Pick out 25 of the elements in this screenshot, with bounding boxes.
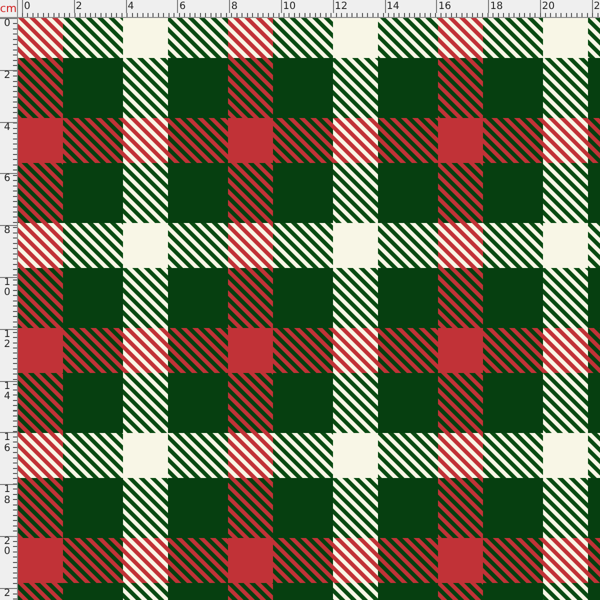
ruler-label: 2 xyxy=(4,588,10,600)
ruler-label: 8 xyxy=(4,226,10,237)
ruler-label: 14 xyxy=(4,382,10,403)
ruler-label: 4 xyxy=(126,0,178,13)
ruler-label: 16 xyxy=(4,433,10,454)
ruler-label: 4 xyxy=(4,122,10,134)
ruler-label: 12 xyxy=(4,330,10,351)
ruler-label: 2 xyxy=(592,0,600,13)
ruler-label: 20 xyxy=(4,536,10,558)
ruler-label: 10 xyxy=(280,0,333,13)
ruler-label: 16 xyxy=(436,0,488,13)
ruler-label: 12 xyxy=(332,0,385,13)
ruler-label: 18 xyxy=(4,485,10,506)
ruler-label: 20 xyxy=(540,0,592,13)
ruler-label: 14 xyxy=(384,0,436,13)
ruler-label: 0 xyxy=(22,0,74,13)
ruler-label: 6 xyxy=(4,174,10,185)
ruler-label: 8 xyxy=(229,0,281,13)
ruler-label: 18 xyxy=(488,0,540,13)
unit-label: cm xyxy=(0,0,18,18)
ruler-label: 2 xyxy=(4,70,10,82)
ruler-label: 2 xyxy=(74,0,126,13)
ruler-label: 10 xyxy=(4,278,10,299)
ruler-label: 0 xyxy=(4,19,10,30)
ruler-label: 6 xyxy=(177,0,230,13)
